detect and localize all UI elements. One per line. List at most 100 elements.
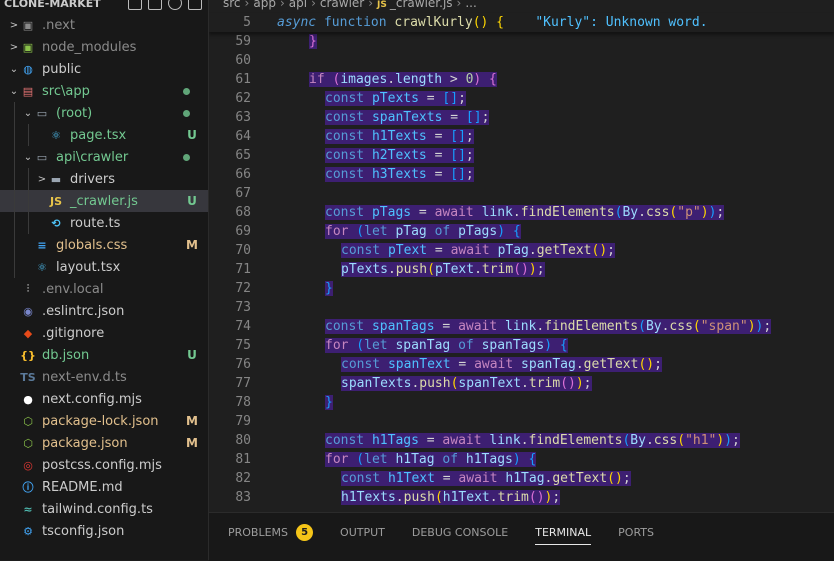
- spell-check-hint: "Kurly": Unknown word.: [535, 15, 708, 30]
- code-line[interactable]: 68 const pTags = await link.findElements(…: [209, 203, 834, 222]
- code-line[interactable]: 75 for (let spanTag of spanTags) {: [209, 336, 834, 355]
- code-line[interactable]: 72}: [209, 279, 834, 298]
- tree-item[interactable]: ⫶ .env.local: [0, 278, 208, 300]
- tree-item[interactable]: ⌄ ▤ src\app: [0, 80, 208, 102]
- new-file-icon[interactable]: [128, 0, 142, 10]
- code-editor[interactable]: src › app › api › crawler › JS _crawler.js ›... 5 …: [209, 0, 834, 512]
- code-line[interactable]: 64 const h1Texts = [];: [209, 127, 834, 146]
- code-token: await: [434, 205, 482, 220]
- tree-item[interactable]: JS _crawler.js U: [0, 190, 208, 212]
- code-content: const h2Texts = [];: [277, 148, 474, 163]
- tree-item[interactable]: TS next-env.d.ts: [0, 366, 208, 388]
- tree-item[interactable]: ◎ postcss.config.mjs: [0, 454, 208, 476]
- code-token: getText: [552, 471, 608, 486]
- code-line[interactable]: 70 const pText = await pTag.getText();: [209, 241, 834, 260]
- tab-debug-console[interactable]: DEBUG CONSOLE: [412, 513, 508, 551]
- code-token: await: [450, 243, 498, 258]
- breadcrumb-item[interactable]: ...: [465, 0, 476, 10]
- tree-item[interactable]: > ▣ .next: [0, 14, 208, 36]
- tree-item[interactable]: > ▬ drivers: [0, 168, 208, 190]
- chevron-down-icon[interactable]: ⌄: [8, 86, 20, 97]
- tree-item[interactable]: ⟲ route.ts: [0, 212, 208, 234]
- code-line[interactable]: 74 const spanTags = await link.findElemen…: [209, 317, 834, 336]
- tab-terminal[interactable]: TERMINAL: [535, 513, 591, 551]
- breadcrumb-item[interactable]: api: [289, 0, 307, 10]
- code-line[interactable]: 73: [209, 298, 834, 317]
- chevron-right-icon[interactable]: >: [8, 42, 20, 53]
- refresh-icon[interactable]: [168, 0, 182, 10]
- code-line[interactable]: 71 pTexts.push(pText.trim());: [209, 260, 834, 279]
- chevron-right-icon[interactable]: >: [36, 174, 48, 185]
- code-line[interactable]: 76 const spanText = await spanTag.getText…: [209, 355, 834, 374]
- collapse-all-icon[interactable]: [188, 0, 202, 10]
- code-line[interactable]: 62 const pTexts = [];: [209, 89, 834, 108]
- new-folder-icon[interactable]: [148, 0, 162, 10]
- code-line[interactable]: 63 const spanTexts = [];: [209, 108, 834, 127]
- code-token: (: [692, 319, 701, 334]
- tree-item[interactable]: {} db.json U: [0, 344, 208, 366]
- breadcrumb-chevron-icon: ›: [311, 0, 316, 10]
- breadcrumb-item[interactable]: app: [253, 0, 276, 10]
- chevron-right-icon[interactable]: >: [8, 20, 20, 31]
- tree-item-label: .env.local: [42, 281, 104, 297]
- tree-item[interactable]: ⚛ layout.tsx: [0, 256, 208, 278]
- code-token: pTag: [497, 243, 529, 258]
- code-token: .: [521, 376, 529, 391]
- sticky-scroll-line[interactable]: 5 async function crawlKurly() { "Kurly":…: [209, 13, 834, 32]
- tree-item[interactable]: > ▣ node_modules: [0, 36, 208, 58]
- code-lines[interactable]: 5 async function crawlKurly() { "Kurly":…: [209, 13, 834, 507]
- code-line[interactable]: 61 if (images.length > 0) {: [209, 70, 834, 89]
- code-line[interactable]: 59}: [209, 32, 834, 51]
- chevron-down-icon[interactable]: ⌄: [8, 64, 20, 75]
- code-line[interactable]: 78}: [209, 393, 834, 412]
- code-token: const: [341, 243, 388, 258]
- tree-item[interactable]: ≡ globals.css M: [0, 234, 208, 256]
- tab-ports[interactable]: PORTS: [618, 513, 654, 551]
- code-token: of: [434, 452, 466, 467]
- code-line[interactable]: 67: [209, 184, 834, 203]
- chevron-down-icon[interactable]: ⌄: [22, 152, 34, 163]
- code-token: (): [607, 471, 623, 486]
- tree-item-label: drivers: [70, 171, 116, 187]
- code-token: }: [309, 34, 317, 49]
- tree-item[interactable]: ◆ .gitignore: [0, 322, 208, 344]
- tree-item[interactable]: ≈ tailwind.config.ts: [0, 498, 208, 520]
- indent-guide: [28, 190, 29, 212]
- code-line[interactable]: 80 const h1Tags = await link.findElements…: [209, 431, 834, 450]
- tree-item[interactable]: ⚛ page.tsx U: [0, 124, 208, 146]
- tree-item[interactable]: ⌄ ◍ public: [0, 58, 208, 80]
- tree-item[interactable]: ⌄ ▭ api\crawler: [0, 146, 208, 168]
- code-token: ): [700, 205, 709, 220]
- tab-output[interactable]: OUTPUT: [340, 513, 385, 551]
- tree-item[interactable]: ⬡ package-lock.json M: [0, 410, 208, 432]
- code-line[interactable]: 65 const h2Texts = [];: [209, 146, 834, 165]
- line-number: 80: [235, 433, 251, 448]
- tree-item[interactable]: ◉ .eslintrc.json: [0, 300, 208, 322]
- code-line[interactable]: 60: [209, 51, 834, 70]
- code-token: ): [575, 376, 584, 391]
- tree-item[interactable]: ⬡ package.json M: [0, 432, 208, 454]
- chevron-down-icon[interactable]: ⌄: [22, 108, 34, 119]
- code-token: h2Texts: [371, 148, 427, 163]
- code-line[interactable]: 82 const h1Text = await h1Tag.getText();: [209, 469, 834, 488]
- code-line[interactable]: 69 for (let pTag of pTags) {: [209, 222, 834, 241]
- code-line[interactable]: 79: [209, 412, 834, 431]
- code-token: length: [395, 72, 443, 87]
- breadcrumb-item[interactable]: src: [223, 0, 241, 10]
- code-token: pTag: [395, 224, 427, 239]
- tab-problems[interactable]: PROBLEMS 5: [228, 513, 314, 551]
- code-line[interactable]: 66 const h3Texts = [];: [209, 165, 834, 184]
- breadcrumb-item[interactable]: crawler: [320, 0, 364, 10]
- highlighted-code: const spanTags = await link.findElements…: [325, 319, 772, 334]
- line-number: 68: [235, 205, 251, 220]
- breadcrumb-item[interactable]: _crawler.js: [390, 0, 453, 10]
- code-line[interactable]: 81 for (let h1Tag of h1Tags) {: [209, 450, 834, 469]
- code-token: const: [325, 205, 372, 220]
- code-line[interactable]: 83 h1Texts.push(h1Text.trim());: [209, 488, 834, 507]
- line-number: 76: [235, 357, 251, 372]
- tree-item[interactable]: ⚙ tsconfig.json: [0, 520, 208, 542]
- tree-item[interactable]: ⌄ ▭ (root): [0, 102, 208, 124]
- code-line[interactable]: 77 spanTexts.push(spanText.trim());: [209, 374, 834, 393]
- tree-item[interactable]: ● next.config.mjs: [0, 388, 208, 410]
- tree-item[interactable]: ⓘ README.md: [0, 476, 208, 498]
